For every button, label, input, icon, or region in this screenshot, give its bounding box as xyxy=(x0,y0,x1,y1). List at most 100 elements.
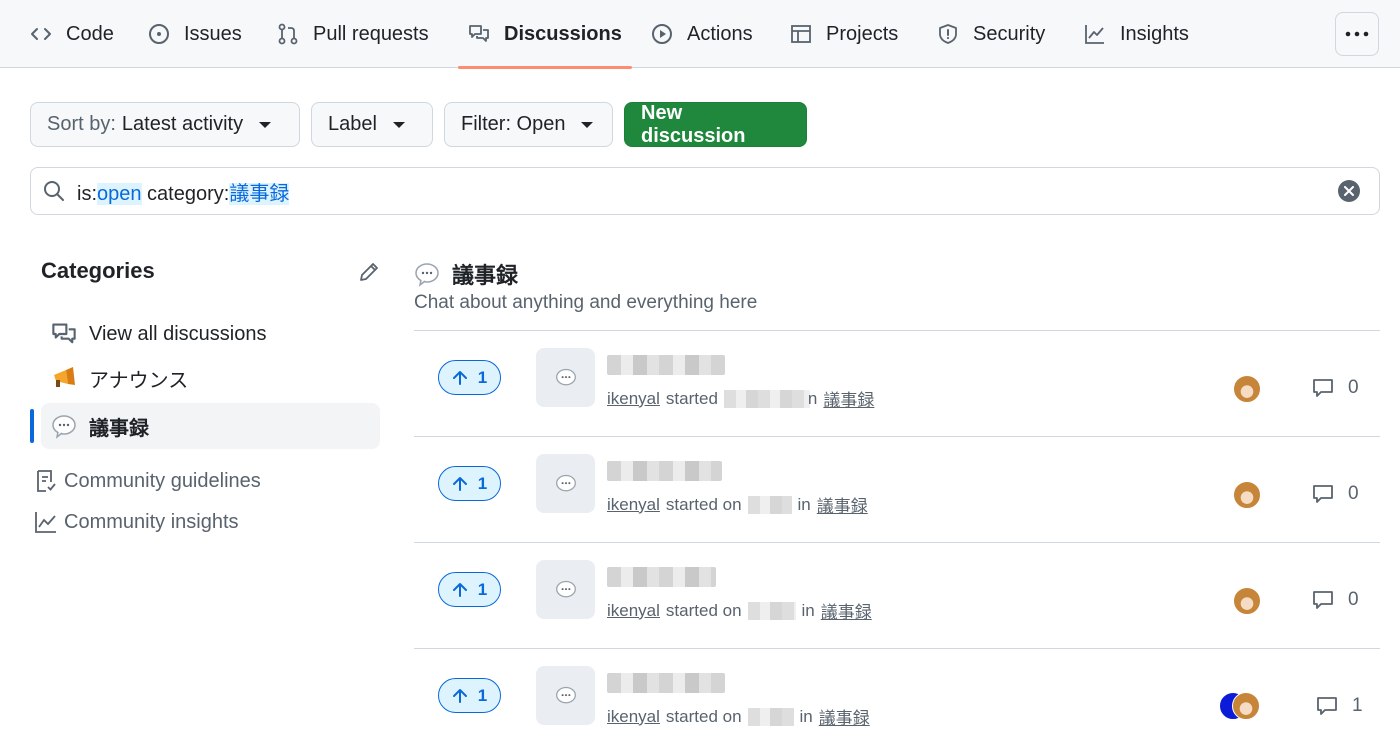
tab-code[interactable]: Code xyxy=(30,0,114,68)
label-dropdown[interactable]: Label xyxy=(311,102,433,147)
discussion-category-icon xyxy=(536,666,595,725)
discussion-row[interactable]: 1 ikenyal started n 議事録 0 xyxy=(414,331,1380,437)
tab-label: Security xyxy=(973,22,1046,45)
tab-actions[interactable]: Actions xyxy=(651,0,753,68)
comment-count[interactable]: 1 xyxy=(1316,695,1363,717)
in-text: in xyxy=(801,600,815,620)
tab-discussions[interactable]: Discussions xyxy=(458,0,632,69)
categories-heading: Categories xyxy=(41,258,155,283)
discussion-meta: ikenyal started on in 議事録 xyxy=(607,598,872,623)
avatar[interactable] xyxy=(1233,587,1261,615)
comment-count[interactable]: 0 xyxy=(1312,589,1359,611)
category-link[interactable]: 議事録 xyxy=(821,598,872,623)
tab-label: Discussions xyxy=(504,22,622,45)
author-link[interactable]: ikenyal xyxy=(607,601,660,621)
new-discussion-label: New discussion xyxy=(641,101,746,147)
avatar[interactable] xyxy=(1232,692,1260,720)
link-label: Community insights xyxy=(64,510,239,533)
author-link[interactable]: ikenyal xyxy=(607,495,660,515)
tab-label: Insights xyxy=(1120,22,1189,45)
sidebar-item-announce[interactable]: アナウンス xyxy=(41,355,380,401)
sort-prefix: Sort by: xyxy=(47,113,116,135)
more-button[interactable] xyxy=(1335,12,1379,56)
tab-label: Issues xyxy=(184,22,242,45)
sidebar-item-minutes[interactable]: 議事録 xyxy=(30,403,380,449)
shield-icon xyxy=(939,24,957,44)
discussion-icon xyxy=(52,323,76,344)
search-query: is:open category:議事録 xyxy=(77,177,290,206)
sort-dropdown[interactable]: Sort by: Latest activity xyxy=(30,102,300,147)
tab-projects[interactable]: Projects xyxy=(790,0,898,68)
tab-label: Pull requests xyxy=(313,22,429,45)
community-guidelines-link[interactable]: Community guidelines xyxy=(34,469,261,493)
sort-value: Latest activity xyxy=(121,113,244,135)
upvote-button[interactable]: 1 xyxy=(438,678,501,713)
chevron-down-icon xyxy=(259,121,272,128)
tab-label: Projects xyxy=(826,22,899,45)
filter-dropdown[interactable]: Filter: Open xyxy=(444,102,613,147)
avatar[interactable] xyxy=(1233,481,1261,509)
clear-search-button[interactable] xyxy=(1338,180,1360,202)
comment-count-value: 0 xyxy=(1348,483,1359,504)
query-value-open: open xyxy=(97,182,142,205)
kebab-horizontal-icon xyxy=(1345,31,1369,37)
discussion-title-redacted[interactable] xyxy=(607,461,722,481)
comment-icon xyxy=(1313,591,1333,609)
pencil-icon[interactable] xyxy=(357,260,381,284)
author-link[interactable]: ikenyal xyxy=(607,389,660,409)
query-prefix-is: is: xyxy=(77,182,97,205)
discussion-row[interactable]: 1 ikenyal started on in 議事録 0 xyxy=(414,437,1380,543)
category-link[interactable]: 議事録 xyxy=(817,492,868,517)
discussion-title-redacted[interactable] xyxy=(607,673,725,693)
discussion-row[interactable]: 1 ikenyal started on in 議事録 1 xyxy=(414,649,1380,752)
author-link[interactable]: ikenyal xyxy=(607,707,660,727)
started-text: started on xyxy=(665,706,742,726)
close-icon xyxy=(1344,186,1354,196)
sidebar-item-label: View all discussions xyxy=(89,322,267,345)
vote-count: 1 xyxy=(477,579,488,599)
discussion-category-icon xyxy=(536,560,595,619)
comment-count[interactable]: 0 xyxy=(1312,377,1359,399)
sidebar-item-label: アナウンス xyxy=(89,369,189,392)
category-link[interactable]: 議事録 xyxy=(819,704,870,729)
checklist-icon xyxy=(37,470,56,492)
category-link[interactable]: 議事録 xyxy=(823,386,874,411)
chevron-down-icon xyxy=(392,121,405,128)
discussion-title-redacted[interactable] xyxy=(607,567,716,587)
speech-balloon-icon xyxy=(52,415,76,439)
tab-insights[interactable]: Insights xyxy=(1084,0,1189,68)
tab-label: Actions xyxy=(687,22,753,45)
comment-count[interactable]: 0 xyxy=(1312,483,1359,505)
started-text: started on xyxy=(665,600,742,620)
comment-count-value: 1 xyxy=(1352,695,1363,716)
tab-issues[interactable]: Issues xyxy=(148,0,242,68)
query-prefix-category: category: xyxy=(141,182,230,205)
tab-pull-requests[interactable]: Pull requests xyxy=(277,0,429,68)
in-text: n xyxy=(807,388,818,408)
tab-security[interactable]: Security xyxy=(937,0,1045,68)
link-label: Community guidelines xyxy=(64,469,261,492)
sidebar-item-label: 議事録 xyxy=(89,417,149,440)
arrow-up-icon xyxy=(452,582,467,597)
discussion-meta: ikenyal started n 議事録 xyxy=(607,386,874,411)
discussion-row[interactable]: 1 ikenyal started on in 議事録 0 xyxy=(414,543,1380,649)
discussion-icon xyxy=(469,25,489,42)
new-discussion-button[interactable]: New discussion xyxy=(624,102,807,147)
graph-icon xyxy=(35,512,56,533)
filter-button-text: Filter: Open xyxy=(461,113,566,135)
avatar[interactable] xyxy=(1233,375,1261,403)
upvote-button[interactable]: 1 xyxy=(438,466,501,501)
issue-icon xyxy=(149,24,169,44)
date-redacted xyxy=(747,495,792,514)
discussion-title-redacted[interactable] xyxy=(607,355,725,375)
sidebar-item-view-all[interactable]: View all discussions xyxy=(41,311,380,357)
upvote-button[interactable]: 1 xyxy=(438,360,501,395)
search-input[interactable]: is:open category:議事録 xyxy=(30,167,1380,215)
play-icon xyxy=(652,24,672,44)
upvote-button[interactable]: 1 xyxy=(438,572,501,607)
community-insights-link[interactable]: Community insights xyxy=(34,510,239,534)
graph-icon xyxy=(1085,25,1104,44)
vote-count: 1 xyxy=(477,685,488,705)
speech-balloon-icon xyxy=(555,686,576,703)
comment-count-value: 0 xyxy=(1348,589,1359,610)
